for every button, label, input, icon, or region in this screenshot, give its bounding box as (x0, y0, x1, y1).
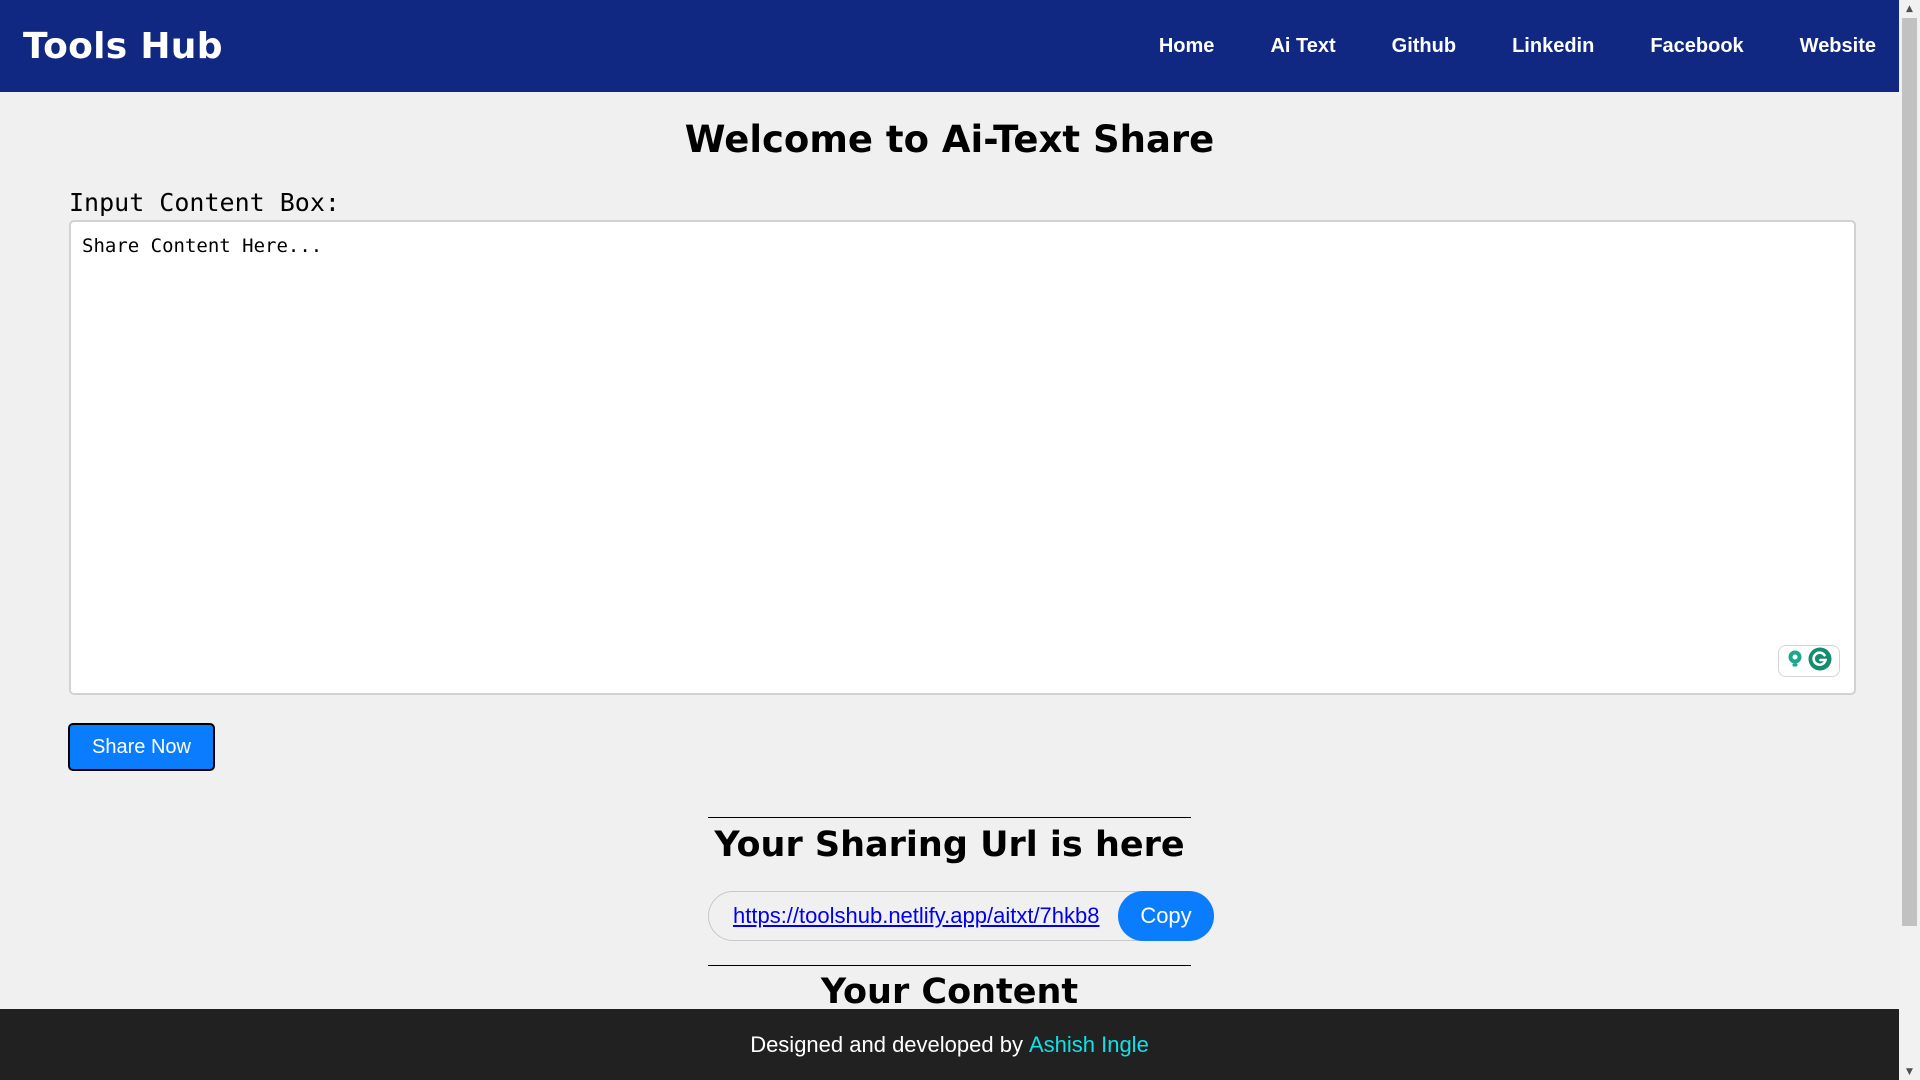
page-title: Welcome to Ai-Text Share (684, 118, 1215, 161)
nav-menu: Home Ai Text Github Linkedin Facebook We… (1103, 35, 1876, 58)
lightbulb-icon (1786, 649, 1804, 673)
page-viewport: Tools Hub Home Ai Text Github Linkedin F… (0, 0, 1899, 1080)
copy-button[interactable]: Copy (1118, 891, 1214, 941)
divider-bottom (708, 965, 1191, 966)
divider-top (708, 817, 1191, 818)
content-textarea[interactable] (69, 220, 1856, 695)
navbar: Tools Hub Home Ai Text Github Linkedin F… (0, 0, 1899, 92)
input-content-label: Input Content Box: (69, 188, 340, 217)
nav-linkedin[interactable]: Linkedin (1512, 35, 1594, 58)
footer: Designed and developed by Ashish Ingle (0, 1009, 1899, 1080)
sharing-url-link[interactable]: https://toolshub.netlify.app/aitxt/7hkb8 (733, 903, 1100, 929)
grammarly-icon (1808, 647, 1832, 675)
nav-facebook[interactable]: Facebook (1650, 35, 1743, 58)
nav-github[interactable]: Github (1392, 35, 1456, 58)
footer-credit-text: Designed and developed by (750, 1031, 1023, 1057)
share-now-button[interactable]: Share Now (68, 723, 215, 771)
page-scrollbar[interactable]: ▲ ▼ (1899, 0, 1920, 1080)
scroll-down-arrow-icon[interactable]: ▼ (1899, 1063, 1920, 1080)
sharing-url-title: Your Sharing Url is here (714, 825, 1185, 865)
nav-website[interactable]: Website (1800, 35, 1876, 58)
scroll-up-arrow-icon[interactable]: ▲ (1899, 0, 1920, 17)
footer-author-link[interactable]: Ashish Ingle (1029, 1032, 1149, 1058)
scroll-thumb[interactable] (1902, 18, 1917, 926)
nav-ai-text[interactable]: Ai Text (1270, 35, 1335, 58)
nav-home[interactable]: Home (1159, 35, 1215, 58)
grammarly-widget[interactable] (1778, 645, 1840, 677)
your-content-title: Your Content (820, 972, 1079, 1012)
brand-logo[interactable]: Tools Hub (23, 26, 223, 67)
